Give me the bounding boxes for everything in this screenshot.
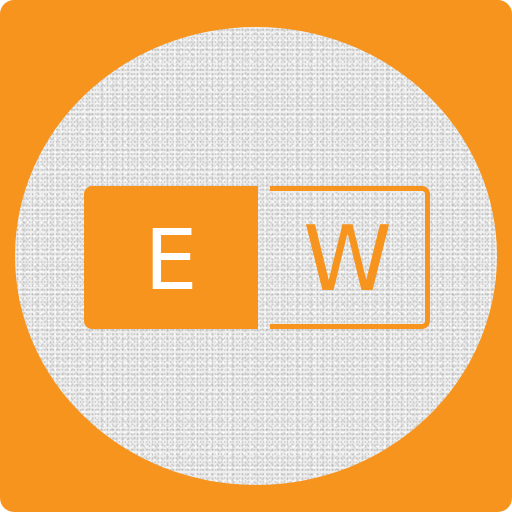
logo-letter-w-box: W xyxy=(270,186,430,329)
logo-letter-e-box: E xyxy=(84,186,258,329)
app-icon: E W xyxy=(0,0,512,512)
logo-letter-e: E xyxy=(144,210,198,309)
logo-letter-w: W xyxy=(303,207,392,312)
